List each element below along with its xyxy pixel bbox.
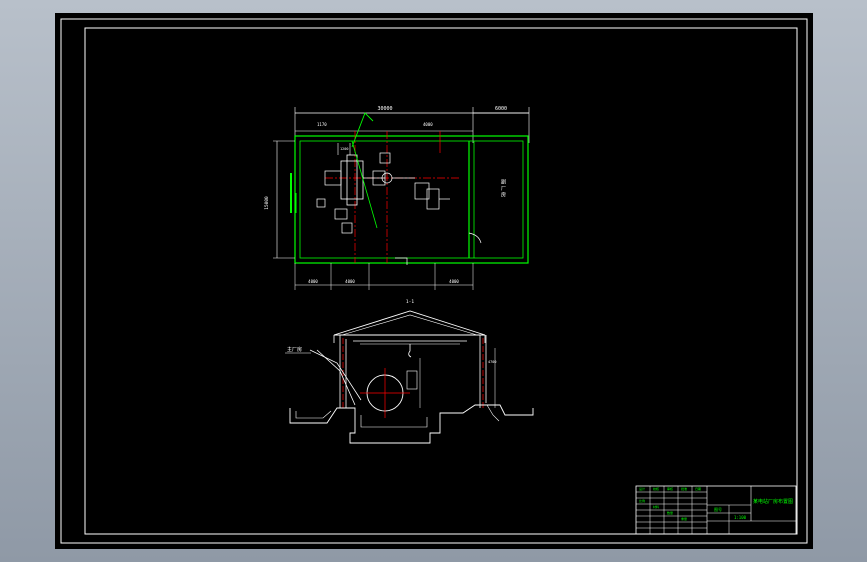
- svg-text:比例: 比例: [639, 498, 645, 503]
- plan-view: 30000 6000 1170 4000 副 厂 房 15000 4000 40…: [264, 106, 530, 290]
- drawing-sheet: 30000 6000 1170 4000 副 厂 房 15000 4000 40…: [55, 13, 813, 549]
- inner-border: [84, 27, 798, 535]
- left-height-dim: 15000: [264, 196, 270, 210]
- overall-width-dim: 30000: [377, 106, 392, 112]
- outer-border: [60, 18, 808, 544]
- spacing-dim-1: 4000: [308, 279, 318, 284]
- svg-text:4700: 4700: [488, 360, 496, 364]
- title-block: 某电站厂房布置图 图号 1:100 设计 校核 审核 批准 日期 比例材料数量重量: [635, 485, 797, 535]
- svg-text:校核: 校核: [653, 486, 659, 491]
- svg-text:材料: 材料: [653, 504, 659, 509]
- title-block-project: 某电站厂房布置图: [753, 498, 793, 505]
- svg-text:数量: 数量: [667, 510, 673, 515]
- section-view: 1-1 主厂房 4700: [285, 299, 534, 444]
- cad-drawing: 30000 6000 1170 4000 副 厂 房 15000 4000 40…: [60, 18, 808, 544]
- section-title: 1-1: [406, 299, 414, 305]
- title-block-scale: 1:100: [734, 515, 747, 520]
- svg-text:设计: 设计: [639, 486, 645, 491]
- annex-room-label: 副 厂 房: [500, 178, 506, 198]
- svg-text:批准: 批准: [681, 486, 687, 491]
- spacing-dim-2: 4000: [345, 279, 355, 284]
- svg-text:4000: 4000: [423, 122, 433, 127]
- svg-text:1170: 1170: [317, 122, 327, 127]
- spacing-dim-3: 4000: [449, 279, 459, 284]
- svg-text:重量: 重量: [681, 516, 687, 521]
- svg-text:1200: 1200: [340, 147, 348, 151]
- title-block-drawing-no: 图号: [714, 506, 722, 512]
- section-elevation-tag: 主厂房: [287, 346, 302, 353]
- svg-text:日期: 日期: [695, 486, 701, 491]
- svg-text:审核: 审核: [667, 486, 673, 491]
- annex-width-dim: 6000: [495, 106, 507, 112]
